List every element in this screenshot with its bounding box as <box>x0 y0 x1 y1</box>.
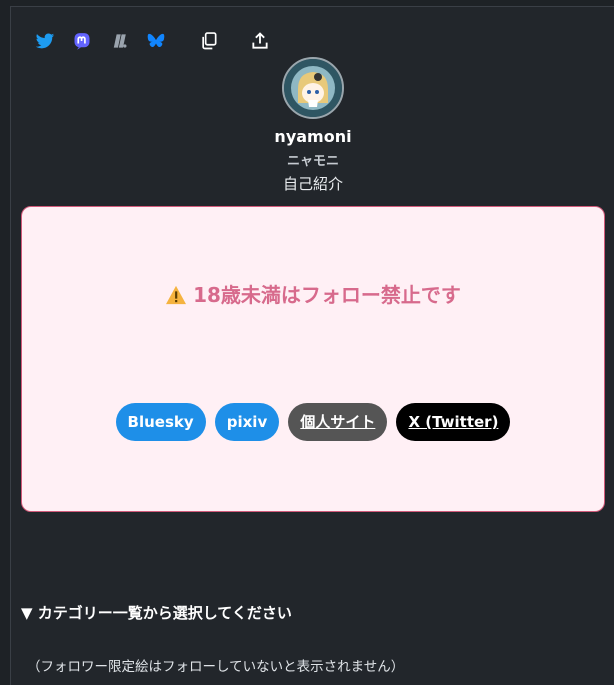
username-kana: ニャモニ <box>286 154 339 169</box>
bluesky-link[interactable]: Bluesky <box>115 403 206 441</box>
copy-icon[interactable] <box>199 31 219 51</box>
follower-only-note: （フォロワー限定絵はフォローしていないと表示されません） <box>27 659 405 675</box>
pixiv-link[interactable]: pixiv <box>214 403 280 441</box>
twitter-icon[interactable] <box>35 31 55 51</box>
bio: 自己紹介 <box>282 175 343 193</box>
warning-icon <box>166 285 187 305</box>
x-twitter-link[interactable]: X (Twitter) <box>396 403 511 441</box>
external-links: Bluesky pixiv 個人サイト X (Twitter) <box>22 403 604 441</box>
age-notice-box: 18歳未満はフォロー禁止です Bluesky pixiv 個人サイト X (Tw… <box>21 206 605 512</box>
personal-site-link[interactable]: 個人サイト <box>288 403 388 441</box>
profile-panel: nyamoni ニャモニ 自己紹介 18歳未満はフォロー禁止です Bluesky… <box>10 6 614 685</box>
mastodon-icon[interactable] <box>72 31 92 51</box>
username: nyamoni <box>274 127 352 146</box>
category-dropdown[interactable]: ▼ カテゴリー一覧から選択してください <box>21 602 292 623</box>
misskey-icon[interactable] <box>109 31 129 51</box>
profile-header: nyamoni ニャモニ 自己紹介 <box>11 51 614 194</box>
avatar[interactable] <box>282 57 344 119</box>
age-warning: 18歳未満はフォロー禁止です <box>22 279 604 308</box>
bluesky-icon[interactable] <box>146 31 166 51</box>
share-icon[interactable] <box>250 31 270 51</box>
age-warning-text: 18歳未満はフォロー禁止です <box>193 283 461 307</box>
